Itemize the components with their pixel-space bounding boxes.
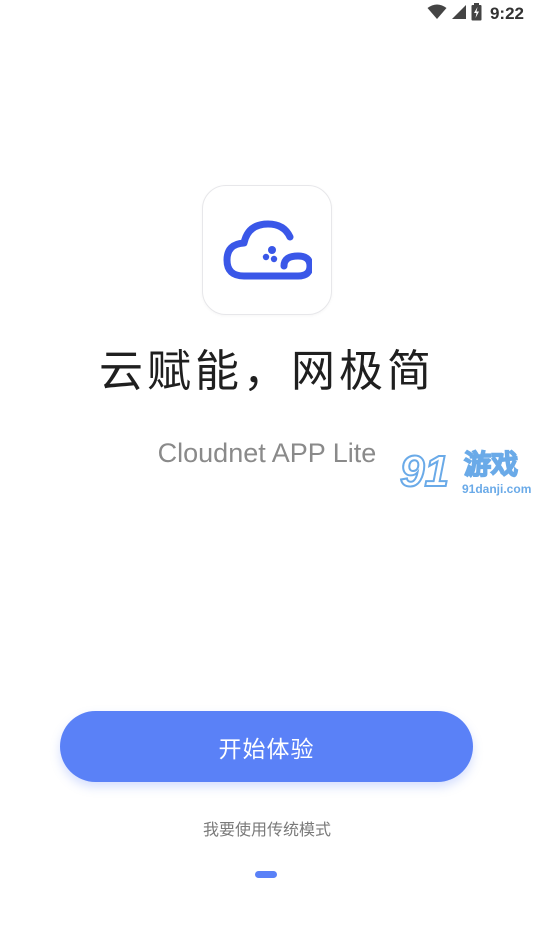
watermark-text: 游戏 (463, 449, 519, 482)
headline: 云赋能，网极简 (99, 346, 435, 397)
wifi-icon (427, 4, 447, 24)
traditional-mode-link[interactable]: 我要使用传统模式 (0, 818, 534, 842)
status-time: 9:22 (489, 4, 524, 23)
watermark-url: 91danji.com (462, 482, 532, 496)
status-bar: 9:22 (0, 0, 534, 28)
signal-icon (451, 4, 467, 24)
battery-icon (471, 3, 482, 25)
watermark-number: 91 (399, 446, 450, 497)
cloud-logo-icon (223, 220, 312, 280)
watermark: 91 游戏 91danji.com (398, 446, 534, 506)
page-indicator (255, 871, 277, 878)
app-icon (202, 185, 332, 315)
start-experience-button[interactable]: 开始体验 (60, 711, 473, 782)
status-icons: 9:22 (427, 3, 524, 25)
